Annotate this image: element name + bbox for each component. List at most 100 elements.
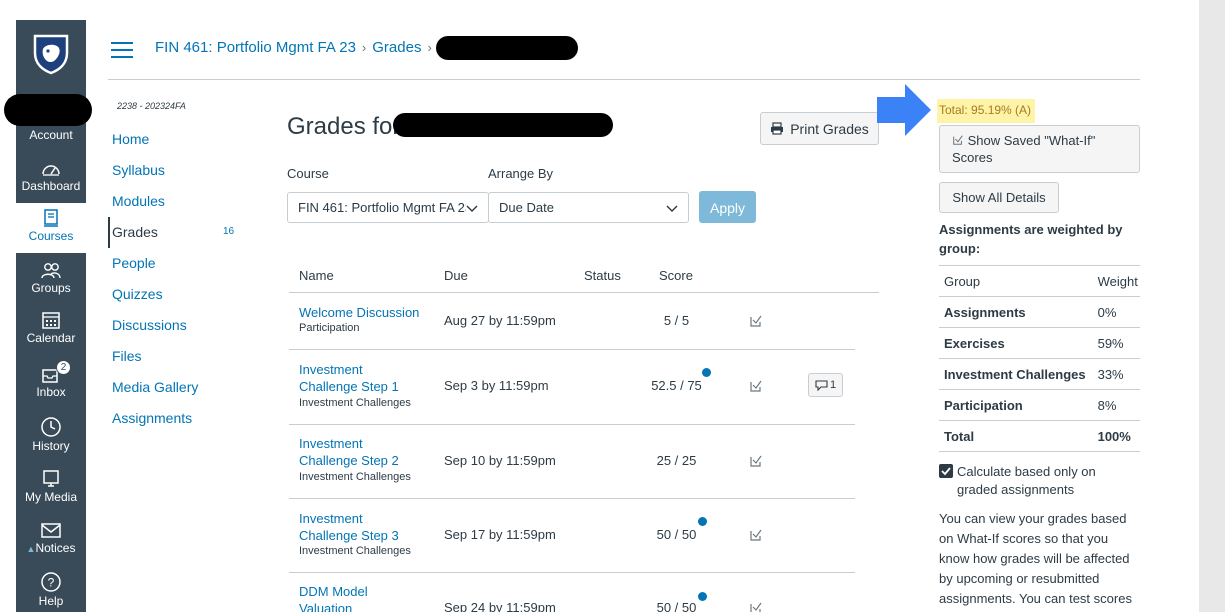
checkmark-icon <box>941 467 951 476</box>
nav-notices[interactable]: ▲Notices <box>16 522 86 555</box>
chevron-down-icon <box>666 205 678 212</box>
nav-dashboard[interactable]: Dashboard <box>16 160 86 196</box>
due-date: Sep 3 by 11:59pm <box>444 378 549 393</box>
redacted-student-name-crumb <box>436 36 578 60</box>
total-grade: Total: 95.19% (A) <box>937 99 1036 123</box>
chevron-down-icon <box>466 202 478 214</box>
course-nav-media-gallery[interactable]: Media Gallery <box>108 372 248 403</box>
assignment-link[interactable]: Welcome Discussion <box>299 304 419 321</box>
breadcrumb: FIN 461: Portfolio Mgmt FA 23 › Grades › <box>155 39 432 56</box>
what-if-icon[interactable] <box>749 314 763 328</box>
apply-button[interactable]: Apply <box>699 191 756 223</box>
group-name: Exercises <box>939 327 1093 359</box>
nav-account-label: Account <box>29 128 73 142</box>
nav-history[interactable]: History <box>16 416 86 453</box>
nav-dashboard-label: Dashboard <box>21 179 81 193</box>
nav-courses[interactable]: Courses <box>16 203 86 253</box>
due-date: Sep 10 by 11:59pm <box>444 453 556 468</box>
comment-icon <box>815 379 828 391</box>
unread-indicator <box>698 517 707 526</box>
what-if-icon <box>953 135 963 145</box>
table-row: Investment Challenge Step 3 Investment C… <box>289 499 855 573</box>
assignment-link[interactable]: DDM Model Valuation <box>299 583 399 612</box>
course-nav-quizzes[interactable]: Quizzes <box>108 279 248 310</box>
course-nav-people[interactable]: People <box>108 248 248 279</box>
comments-count: 1 <box>829 379 837 391</box>
group-weight: 33% <box>1092 358 1140 390</box>
header-divider <box>108 79 1140 80</box>
course-nav-syllabus[interactable]: Syllabus <box>108 155 248 186</box>
assignment-link[interactable]: Investment Challenge Step 3 <box>299 510 419 544</box>
table-row: DDM Model Valuation Sep 24 by 11:59pm 50… <box>289 573 855 612</box>
arrange-by-label: Arrange By <box>488 166 554 181</box>
grades-count-badge: 16 <box>223 226 235 237</box>
course-menu-toggle[interactable] <box>111 42 133 58</box>
weighted-by-group-heading: Assignments are weighted by group: <box>939 222 1123 256</box>
group-column-header: Group <box>939 265 1093 297</box>
course-nav-home[interactable]: Home <box>108 124 248 155</box>
page-title: Grades for <box>287 113 401 140</box>
table-row: Investment Challenges 33% <box>939 358 1140 390</box>
group-name: Assignments <box>939 296 1093 328</box>
nav-groups-label: Groups <box>31 281 71 295</box>
course-select-label: Course <box>287 166 329 181</box>
unread-indicator <box>702 368 711 377</box>
course-nav-discussions[interactable]: Discussions <box>108 310 248 341</box>
table-row: Investment Challenge Step 1 Investment C… <box>289 350 855 424</box>
print-grades-label: Print Grades <box>790 120 869 137</box>
table-header-row: Group Weight <box>939 265 1140 297</box>
show-what-if-scores-button[interactable]: Show Saved "What-If" Scores <box>939 125 1140 173</box>
nav-my-media[interactable]: My Media <box>16 469 86 504</box>
course-select-value: FIN 461: Portfolio Mgmt FA 23 <box>298 200 473 215</box>
table-row: Welcome Discussion Participation Aug 27 … <box>289 293 855 349</box>
show-all-details-button[interactable]: Show All Details <box>939 182 1059 213</box>
graded-only-label[interactable]: Calculate based only on graded assignmen… <box>957 463 1132 499</box>
unread-indicator <box>698 592 707 601</box>
what-if-icon[interactable] <box>749 528 763 542</box>
nav-inbox[interactable]: 2 Inbox <box>16 360 86 399</box>
comments-button[interactable]: 1 <box>808 373 843 397</box>
mail-icon <box>41 523 61 538</box>
score: 50 / 50 <box>656 600 697 612</box>
nav-groups[interactable]: Groups <box>16 262 86 295</box>
table-row: Investment Challenge Step 2 Investment C… <box>289 425 855 499</box>
what-if-icon[interactable] <box>749 379 763 393</box>
nav-notices-label: Notices <box>35 541 76 555</box>
my-media-icon <box>43 470 59 487</box>
what-if-icon[interactable] <box>749 454 763 468</box>
breadcrumb-separator-icon: › <box>427 40 432 55</box>
calendar-icon <box>42 312 60 329</box>
what-if-icon[interactable] <box>749 601 763 612</box>
course-nav-grades[interactable]: Grades 16 <box>108 217 248 248</box>
table-row: Assignments 0% <box>939 296 1140 328</box>
assignment-group: Participation <box>299 322 360 334</box>
nav-calendar[interactable]: Calendar <box>16 310 86 345</box>
score: 5 / 5 <box>663 313 690 328</box>
course-select[interactable]: FIN 461: Portfolio Mgmt FA 23 <box>287 192 489 223</box>
svg-text:?: ? <box>48 576 55 590</box>
show-what-if-label: Show Saved "What-If" Scores <box>952 133 1096 165</box>
course-nav-assignments[interactable]: Assignments <box>108 403 248 434</box>
printer-icon <box>771 122 784 135</box>
print-grades-button[interactable]: Print Grades <box>760 112 879 145</box>
breadcrumb-course[interactable]: FIN 461: Portfolio Mgmt FA 23 <box>155 39 356 56</box>
graded-only-checkbox[interactable] <box>939 464 953 478</box>
course-nav-modules[interactable]: Modules <box>108 186 248 217</box>
inbox-count-badge: 2 <box>56 360 71 375</box>
breadcrumb-grades[interactable]: Grades <box>372 39 421 56</box>
what-if-info-text: You can view your grades based on What-I… <box>939 511 1132 606</box>
course-nav-grades-label: Grades <box>112 224 158 240</box>
nav-help[interactable]: ? Help <box>16 571 86 608</box>
table-row: Participation 8% <box>939 389 1140 421</box>
assignment-link[interactable]: Investment Challenge Step 2 <box>299 435 419 469</box>
nav-courses-label: Courses <box>28 229 74 243</box>
course-nav-files[interactable]: Files <box>108 341 248 372</box>
nav-account[interactable]: Account <box>16 128 86 142</box>
group-name: Investment Challenges <box>939 358 1093 390</box>
groups-icon <box>41 263 61 279</box>
university-logo[interactable] <box>16 20 86 88</box>
group-weight: 8% <box>1092 389 1140 421</box>
arrange-by-select[interactable]: Due Date <box>488 192 689 223</box>
assignment-link[interactable]: Investment Challenge Step 1 <box>299 361 419 395</box>
column-header-status: Status <box>584 268 621 283</box>
